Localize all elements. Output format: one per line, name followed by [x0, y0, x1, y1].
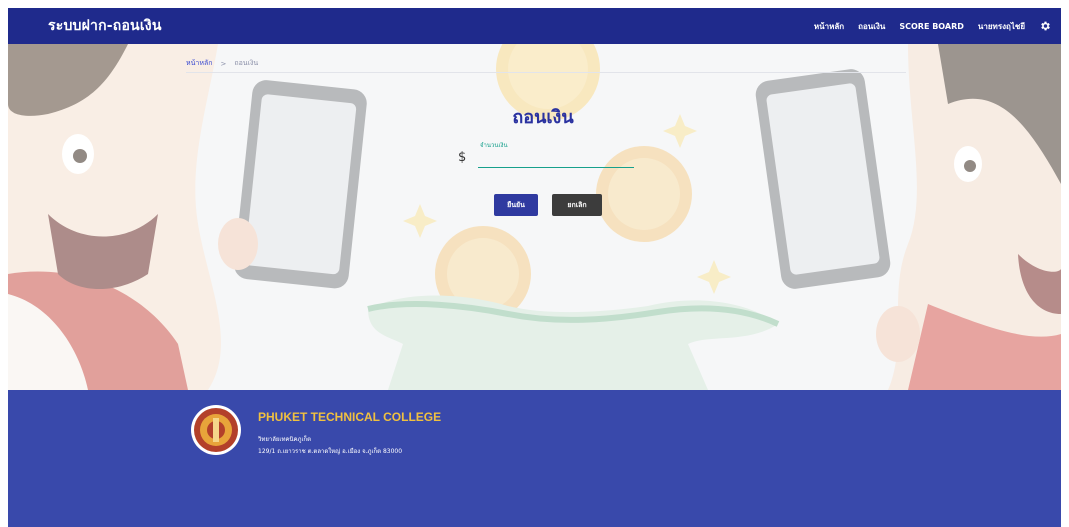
breadcrumb-divider: [186, 72, 906, 73]
footer: PHUKET TECHNICAL COLLEGE วิทยาลัยเทคนิคภ…: [8, 390, 1061, 527]
nav-link-withdraw[interactable]: ถอนเงิน: [858, 20, 885, 33]
breadcrumb-current: ถอนเงิน: [234, 59, 259, 67]
breadcrumb: หน้าหลัก > ถอนเงิน: [186, 58, 258, 69]
breadcrumb-home[interactable]: หน้าหลัก: [186, 58, 212, 69]
gear-icon[interactable]: [1039, 20, 1051, 32]
college-address: 129/1 ถ.เยาวราช ต.ตลาดใหญ่ อ.เมือง จ.ภูเ…: [258, 448, 403, 455]
nav-link-scoreboard[interactable]: SCORE BOARD: [899, 22, 964, 31]
breadcrumb-separator: >: [220, 59, 227, 68]
amount-label: จำนวนเงิน: [480, 142, 508, 149]
page-title: ถอนเงิน: [512, 107, 574, 128]
amount-input[interactable]: [478, 152, 634, 168]
app-brand[interactable]: ระบบฝาก-ถอนเงิน: [48, 15, 162, 37]
navbar: ระบบฝาก-ถอนเงิน หน้าหลัก ถอนเงิน SCORE B…: [8, 8, 1061, 44]
college-name: PHUKET TECHNICAL COLLEGE: [258, 410, 442, 424]
dollar-icon: $: [458, 150, 467, 165]
cancel-button[interactable]: ยกเลิก: [552, 194, 602, 216]
amount-field: $ จำนวนเงิน: [458, 138, 638, 174]
nav-link-user[interactable]: นายทรงฤไชยี: [978, 20, 1025, 33]
nav-links: หน้าหลัก ถอนเงิน SCORE BOARD นายทรงฤไชยี: [814, 20, 1051, 33]
college-logo: [191, 405, 241, 455]
page: ระบบฝาก-ถอนเงิน หน้าหลัก ถอนเงิน SCORE B…: [8, 8, 1061, 527]
confirm-button[interactable]: ยืนยัน: [494, 194, 538, 216]
college-name-thai: วิทยาลัยเทคนิคภูเก็ต: [258, 436, 312, 443]
hero-section: หน้าหลัก > ถอนเงิน ถอนเงิน $ จำนวนเงิน ย…: [8, 44, 1061, 390]
hero-illustration: [8, 44, 1061, 390]
nav-link-home[interactable]: หน้าหลัก: [814, 20, 844, 33]
